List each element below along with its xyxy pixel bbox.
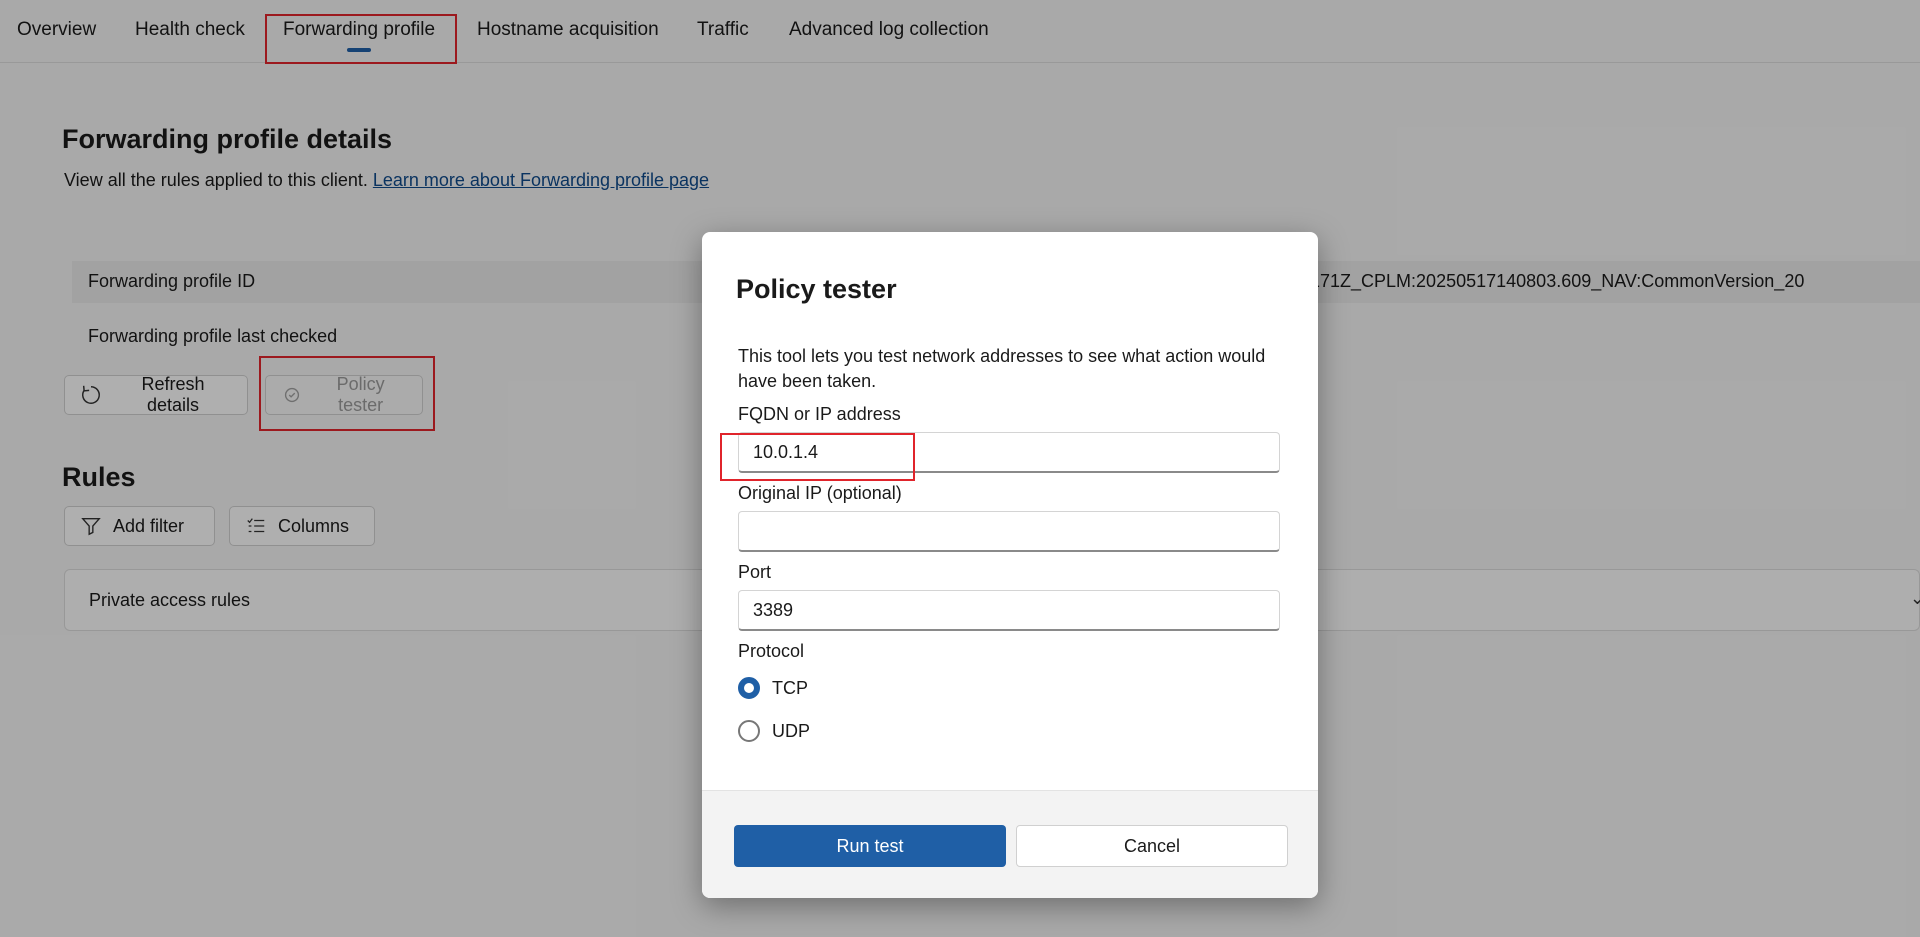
- protocol-option-tcp[interactable]: TCP: [738, 677, 808, 699]
- policy-tester-dialog: Policy tester This tool lets you test ne…: [702, 232, 1318, 898]
- original-ip-input[interactable]: [738, 511, 1280, 552]
- udp-label: UDP: [772, 720, 811, 741]
- dialog-title: Policy tester: [736, 274, 897, 304]
- dialog-description: This tool lets you test network addresse…: [738, 346, 1266, 391]
- fqdn-label: FQDN or IP address: [738, 404, 901, 424]
- tcp-label: TCP: [772, 677, 808, 698]
- tcp-radio[interactable]: [738, 677, 760, 699]
- fqdn-input[interactable]: [738, 432, 1280, 473]
- cancel-button[interactable]: Cancel: [1016, 825, 1288, 867]
- protocol-label: Protocol: [738, 641, 805, 661]
- port-input[interactable]: [738, 590, 1280, 631]
- original-ip-label: Original IP (optional): [738, 483, 902, 503]
- dialog-footer: Run test Cancel: [702, 790, 1318, 898]
- run-test-button[interactable]: Run test: [734, 825, 1006, 867]
- protocol-option-udp[interactable]: UDP: [738, 720, 810, 742]
- udp-radio[interactable]: [738, 720, 760, 742]
- port-label: Port: [738, 562, 772, 582]
